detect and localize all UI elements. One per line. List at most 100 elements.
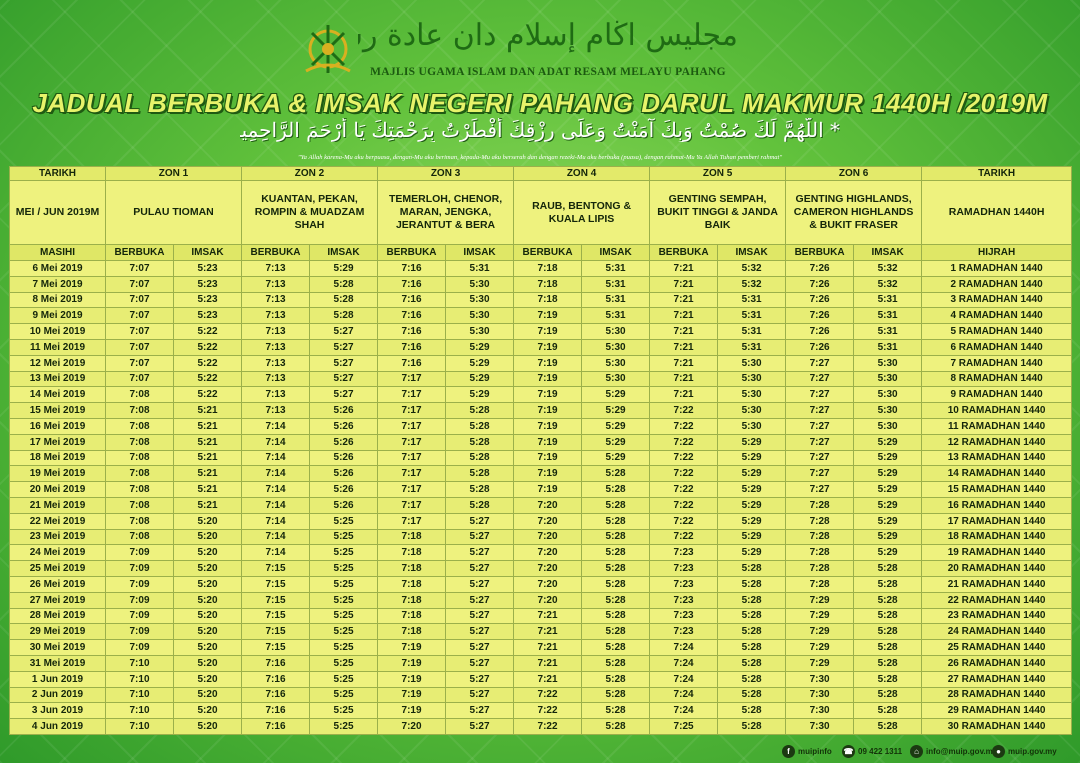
hijri-cell: 17 RAMADHAN 1440 (921, 512, 1073, 530)
berbuka-cell: 7:27 (785, 449, 855, 467)
date-cell: 12 Mei 2019 (9, 354, 106, 372)
imsak-cell: 5:28 (717, 686, 787, 704)
berbuka-cell: 7:19 (377, 654, 447, 672)
berbuka-cell: 7:17 (377, 465, 447, 483)
table-row: 28 Mei 2019 7:09 5:20 7:15 5:25 7:18 5:27 7:21 5… (9, 607, 1073, 625)
imsak-cell: 5:30 (853, 417, 923, 435)
imsak-cell: 5:29 (853, 528, 923, 546)
berbuka-cell: 7:10 (105, 702, 174, 720)
imsak-cell: 5:27 (309, 386, 379, 404)
phone-link[interactable]: ☎ 09 422 1311 (842, 745, 902, 758)
dua-translation: "Ya Allah karena-Mu aku berpuasa, dengan… (297, 154, 783, 161)
berbuka-cell: 7:09 (105, 623, 174, 641)
hijri-cell: 12 RAMADHAN 1440 (921, 433, 1073, 451)
imsak-cell: 5:28 (853, 575, 923, 593)
berbuka-cell: 7:19 (513, 370, 583, 388)
imsak-cell: 5:28 (717, 575, 787, 593)
date-cell: 24 Mei 2019 (9, 544, 106, 562)
berbuka-cell: 7:07 (105, 260, 174, 277)
date-cell: 28 Mei 2019 (9, 607, 106, 625)
web-link[interactable]: ● muip.gov.my (992, 745, 1057, 758)
imsak-cell: 5:32 (853, 260, 923, 277)
berbuka-header: BERBUKA (785, 244, 855, 261)
berbuka-cell: 7:27 (785, 481, 855, 498)
date-cell: 14 Mei 2019 (9, 386, 106, 404)
berbuka-cell: 7:26 (785, 338, 855, 356)
berbuka-cell: 7:29 (785, 623, 855, 641)
berbuka-cell: 7:27 (785, 402, 855, 419)
berbuka-cell: 7:22 (649, 449, 719, 467)
date-cell: 22 Mei 2019 (9, 512, 106, 530)
org-name-arabic: مجليس اڬام إسلام دان عادة رسم ملايو ڤهڠ (358, 18, 738, 53)
berbuka-cell: 7:16 (377, 291, 447, 309)
imsak-cell: 5:25 (309, 544, 379, 562)
date-cell: 31 Mei 2019 (9, 654, 106, 672)
imsak-cell: 5:28 (853, 686, 923, 704)
imsak-cell: 5:20 (172, 544, 243, 562)
imsak-cell: 5:29 (853, 449, 923, 467)
berbuka-cell: 7:27 (785, 354, 855, 372)
email-link[interactable]: ⌂ info@muip.gov.my (910, 745, 997, 758)
imsak-cell: 5:29 (309, 260, 379, 277)
imsak-cell: 5:21 (172, 433, 243, 451)
zone-6-areas: GENTING HIGHLANDS, CAMERON HIGHLANDS & B… (785, 180, 923, 245)
berbuka-cell: 7:19 (513, 481, 583, 498)
hijri-cell: 19 RAMADHAN 1440 (921, 544, 1073, 562)
berbuka-cell: 7:20 (513, 544, 583, 562)
imsak-cell: 5:20 (172, 512, 243, 530)
imsak-cell: 5:31 (853, 323, 923, 340)
imsak-cell: 5:28 (717, 607, 787, 625)
berbuka-cell: 7:08 (105, 465, 174, 483)
berbuka-cell: 7:21 (649, 275, 719, 293)
berbuka-cell: 7:22 (649, 465, 719, 483)
berbuka-cell: 7:21 (513, 670, 583, 688)
berbuka-cell: 7:15 (241, 639, 311, 656)
berbuka-cell: 7:23 (649, 591, 719, 609)
imsak-cell: 5:20 (172, 670, 243, 688)
imsak-cell: 5:28 (581, 528, 651, 546)
imsak-cell: 5:28 (581, 623, 651, 641)
zone-area-row: MEI / JUN 2019M PULAU TIOMAN KUANTAN, PE… (9, 180, 1073, 245)
berbuka-cell: 7:13 (241, 307, 311, 325)
date-cell: 19 Mei 2019 (9, 465, 106, 483)
berbuka-cell: 7:08 (105, 481, 174, 498)
imsak-cell: 5:20 (172, 686, 243, 704)
berbuka-cell: 7:13 (241, 260, 311, 277)
hijri-cell: 26 RAMADHAN 1440 (921, 654, 1073, 672)
table-row: 3 Jun 2019 7:10 5:20 7:16 5:25 7:19 5:27 7:22 5:… (9, 702, 1073, 720)
berbuka-cell: 7:28 (785, 528, 855, 546)
berbuka-cell: 7:10 (105, 686, 174, 704)
hijri-cell: 22 RAMADHAN 1440 (921, 591, 1073, 609)
berbuka-cell: 7:19 (377, 686, 447, 704)
imsak-header: IMSAK (581, 244, 651, 261)
berbuka-cell: 7:07 (105, 323, 174, 340)
berbuka-cell: 7:24 (649, 686, 719, 704)
berbuka-cell: 7:28 (785, 575, 855, 593)
table-row: 11 Mei 2019 7:07 5:22 7:13 5:27 7:16 5:29 7:19 5… (9, 338, 1073, 356)
imsak-cell: 5:32 (717, 275, 787, 293)
imsak-cell: 5:27 (309, 338, 379, 356)
zone-4-header: ZON 4 (513, 166, 651, 181)
berbuka-cell: 7:07 (105, 338, 174, 356)
berbuka-cell: 7:08 (105, 433, 174, 451)
date-cell: 29 Mei 2019 (9, 623, 106, 641)
berbuka-cell: 7:17 (377, 402, 447, 419)
table-row: 29 Mei 2019 7:09 5:20 7:15 5:25 7:18 5:27 7:21 5… (9, 623, 1073, 641)
imsak-cell: 5:20 (172, 623, 243, 641)
berbuka-cell: 7:10 (105, 654, 174, 672)
facebook-link[interactable]: f muipinfo (782, 745, 832, 758)
imsak-cell: 5:29 (581, 386, 651, 404)
imsak-cell: 5:21 (172, 481, 243, 498)
berbuka-cell: 7:19 (377, 702, 447, 720)
berbuka-cell: 7:14 (241, 449, 311, 467)
berbuka-cell: 7:27 (785, 370, 855, 388)
imsak-cell: 5:30 (717, 354, 787, 372)
imsak-cell: 5:30 (717, 417, 787, 435)
berbuka-cell: 7:14 (241, 512, 311, 530)
berbuka-cell: 7:18 (377, 623, 447, 641)
hijri-cell: 6 RAMADHAN 1440 (921, 338, 1073, 356)
berbuka-cell: 7:08 (105, 528, 174, 546)
imsak-cell: 5:26 (309, 433, 379, 451)
imsak-cell: 5:32 (717, 260, 787, 277)
imsak-cell: 5:30 (445, 323, 515, 340)
